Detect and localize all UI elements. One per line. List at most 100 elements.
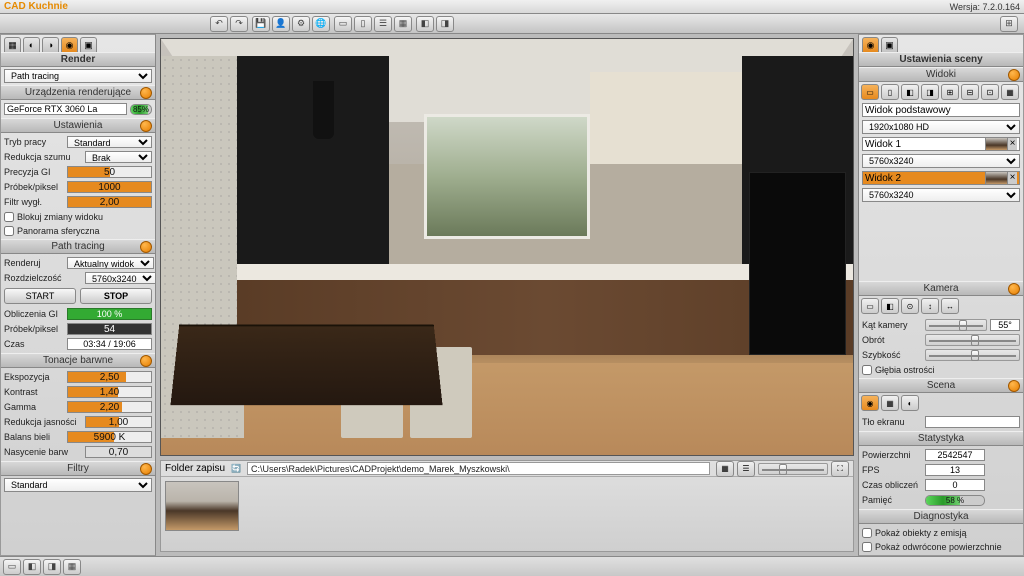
start-button[interactable]: START [4, 288, 76, 304]
cam-btn-1[interactable]: ▭ [861, 298, 879, 314]
lock-view-label: Blokuj zmiany widoku [17, 212, 103, 222]
angle-value[interactable]: 55° [990, 319, 1020, 331]
close-icon[interactable]: × [1007, 138, 1017, 150]
scene-btn-1[interactable]: ◉ [861, 395, 879, 411]
show-emissive-checkbox[interactable] [862, 528, 872, 538]
rot-slider[interactable] [925, 334, 1020, 346]
bg-color-swatch[interactable] [925, 416, 1020, 428]
reset-filters-icon[interactable] [140, 463, 152, 475]
materials-icon[interactable]: ▦ [394, 16, 412, 32]
spp-value[interactable]: 1000 [67, 181, 152, 193]
show-flipped-checkbox[interactable] [862, 542, 872, 552]
close-icon[interactable]: × [1007, 172, 1017, 184]
view-btn-6[interactable]: ⊟ [961, 84, 979, 100]
grid-view-icon[interactable]: ▦ [716, 461, 734, 477]
view-1[interactable]: Widok 1× [862, 137, 1020, 151]
reset-pt-icon[interactable] [140, 241, 152, 253]
footer-btn-1[interactable]: ▭ [3, 559, 21, 575]
filters-select[interactable]: Standard [4, 478, 152, 492]
user-icon[interactable]: 👤 [272, 16, 290, 32]
tab-scene[interactable]: ▦ [4, 37, 21, 52]
misc2-icon[interactable]: ◨ [436, 16, 454, 32]
view-btn-3[interactable]: ◧ [901, 84, 919, 100]
view1-res-select[interactable]: 5760x3240 [862, 154, 1020, 168]
footer-btn-4[interactable]: ▦ [63, 559, 81, 575]
view-2[interactable]: Widok 2× [862, 171, 1020, 185]
expo-value[interactable]: 2,50 [67, 371, 152, 383]
scene-btn-3[interactable]: ◐ [901, 395, 919, 411]
cam-btn-3[interactable]: ⊙ [901, 298, 919, 314]
sat-value[interactable]: 0,70 [85, 446, 152, 458]
view2-res-select[interactable]: 5760x3240 [862, 188, 1020, 202]
tab-mat[interactable]: ◑ [42, 37, 59, 52]
globe-icon[interactable]: 🌐 [312, 16, 330, 32]
view-primary[interactable]: Widok podstawowy [862, 103, 1020, 117]
render-method-select[interactable]: Path tracing [4, 69, 152, 83]
filter-value[interactable]: 2,00 [67, 196, 152, 208]
save-path-input[interactable]: C:\Users\Radek\Pictures\CADProjekt\demo_… [247, 462, 710, 475]
reset-views-icon[interactable] [1008, 69, 1020, 81]
dof-checkbox[interactable] [862, 365, 872, 375]
undo-icon[interactable]: ↶ [210, 16, 228, 32]
contrast-value[interactable]: 1,40 [67, 386, 152, 398]
filters-header: Filtry [67, 463, 89, 474]
render-thumbnail[interactable] [165, 481, 239, 531]
tab-present[interactable]: ▣ [80, 37, 97, 52]
gamma-label: Gamma [4, 402, 64, 412]
wb-label: Balans bieli [4, 432, 64, 442]
panel1-icon[interactable]: ▭ [334, 16, 352, 32]
reset-camera-icon[interactable] [1008, 283, 1020, 295]
footer-btn-3[interactable]: ◨ [43, 559, 61, 575]
reset-settings-icon[interactable] [140, 120, 152, 132]
layers-icon[interactable]: ☰ [374, 16, 392, 32]
cam-btn-4[interactable]: ↕ [921, 298, 939, 314]
view-btn-8[interactable]: ▦ [1001, 84, 1019, 100]
misc1-icon[interactable]: ◧ [416, 16, 434, 32]
list-view-icon[interactable]: ☰ [737, 461, 755, 477]
mode-select[interactable]: Standard [67, 136, 152, 148]
speed-slider[interactable] [925, 349, 1020, 361]
tab-render[interactable]: ◉ [61, 37, 78, 52]
filter-label: Filtr wygł. [4, 197, 64, 207]
denoise-select[interactable]: Brak [85, 151, 152, 163]
wb-value[interactable]: 5900 K [67, 431, 152, 443]
view-btn-5[interactable]: ⊞ [941, 84, 959, 100]
cam-btn-5[interactable]: ↔ [941, 298, 959, 314]
redo-icon[interactable]: ↷ [230, 16, 248, 32]
gamma-value[interactable]: 2,20 [67, 401, 152, 413]
gpu-name-input[interactable] [4, 103, 127, 115]
tab-scene-settings[interactable]: ◉ [862, 37, 879, 52]
stop-button[interactable]: STOP [80, 288, 152, 304]
lock-view-checkbox[interactable] [4, 212, 14, 222]
render-viewport[interactable] [160, 38, 854, 456]
render-scope-select[interactable]: Aktualny widok [67, 257, 154, 269]
bright-value[interactable]: 1,00 [85, 416, 152, 428]
view-btn-2[interactable]: ▯ [881, 84, 899, 100]
gi-value[interactable]: 50 [67, 166, 152, 178]
scene-btn-2[interactable]: ▦ [881, 395, 899, 411]
cog-icon[interactable]: ⚙ [292, 16, 310, 32]
save-icon[interactable]: 💾 [252, 16, 270, 32]
thumb-zoom-slider[interactable] [758, 463, 828, 475]
tab-right-2[interactable]: ▣ [881, 37, 898, 52]
angle-slider[interactable] [925, 319, 987, 331]
panorama-checkbox[interactable] [4, 226, 14, 236]
reset-icon[interactable] [140, 87, 152, 99]
view0-res-select[interactable]: 1920x1080 HD [862, 120, 1020, 134]
footer-btn-2[interactable]: ◧ [23, 559, 41, 575]
view-btn-7[interactable]: ⊡ [981, 84, 999, 100]
diag-header: Diagnostyka [913, 511, 968, 522]
reset-scene-icon[interactable] [1008, 380, 1020, 392]
help-icon[interactable]: ⊞ [1000, 16, 1018, 32]
refresh-icon[interactable]: 🔄 [231, 464, 241, 473]
view-btn-1[interactable]: ▭ [861, 84, 879, 100]
resolution-select[interactable]: 5760x3240 [85, 272, 156, 284]
cam-btn-2[interactable]: ◧ [881, 298, 899, 314]
views-header: Widoki [926, 69, 956, 80]
view-btn-4[interactable]: ◨ [921, 84, 939, 100]
show-emissive-label: Pokaż obiekty z emisją [875, 528, 967, 538]
panel2-icon[interactable]: ▯ [354, 16, 372, 32]
expand-icon[interactable]: ⛶ [831, 461, 849, 477]
tab-light[interactable]: ◐ [23, 37, 40, 52]
reset-tone-icon[interactable] [140, 355, 152, 367]
